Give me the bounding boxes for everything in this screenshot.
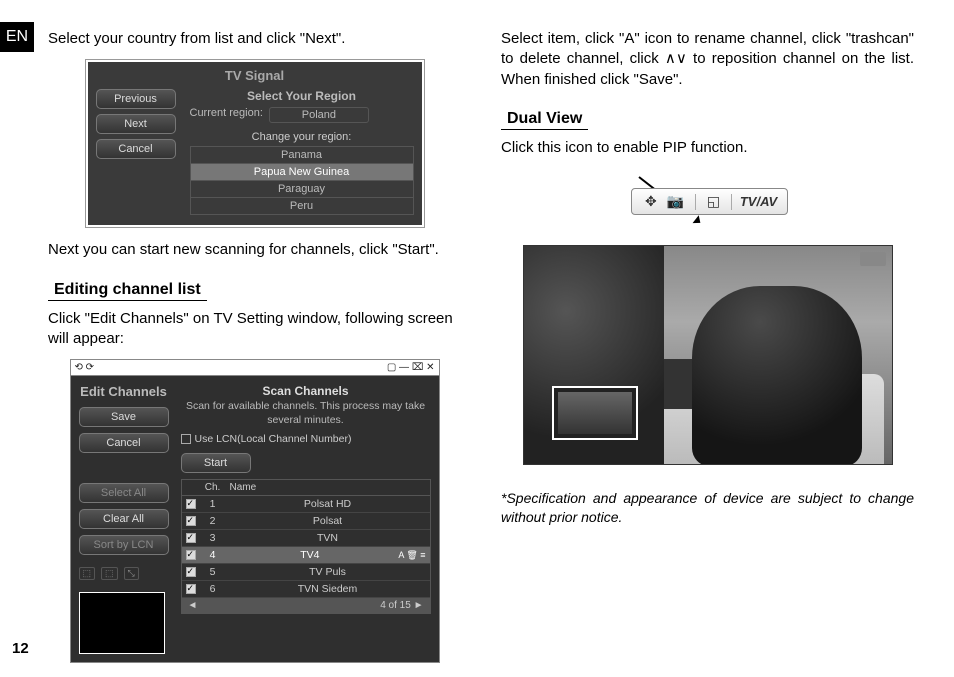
- tv-av-label[interactable]: TV/AV: [740, 194, 777, 209]
- list-item[interactable]: Papua New Guinea: [191, 164, 413, 181]
- table-row[interactable]: 2Polsat: [182, 513, 430, 530]
- control-icon[interactable]: ⬚: [79, 567, 96, 580]
- preview-thumbnail: [79, 592, 165, 654]
- figure-edit-channels: ⟲ ⟳ ▢ — ⌧ ✕ Edit Channels Save Cancel Se…: [48, 359, 461, 663]
- select-all-button[interactable]: Select All: [79, 483, 169, 503]
- checkbox-icon[interactable]: [181, 434, 191, 444]
- cancel-button[interactable]: Cancel: [96, 139, 176, 159]
- table-row[interactable]: 1Polsat HD: [182, 496, 430, 513]
- col-ch: Ch.: [204, 482, 222, 493]
- pip-window: [552, 386, 638, 440]
- separator: [695, 194, 696, 210]
- clear-all-button[interactable]: Clear All: [79, 509, 169, 529]
- footnote: *Specification and appearance of device …: [501, 489, 914, 527]
- pager-text: 4 of 15: [380, 600, 411, 611]
- cancel-button[interactable]: Cancel: [79, 433, 169, 453]
- heading-editing-channel: Editing channel list: [48, 281, 207, 301]
- window-nav-icons[interactable]: ⟲ ⟳: [75, 362, 95, 373]
- region-list[interactable]: Panama Papua New Guinea Paraguay Peru: [190, 146, 414, 215]
- table-row[interactable]: 3TVN: [182, 530, 430, 547]
- right-column: Select item, click "A" icon to rename ch…: [501, 25, 914, 657]
- tv-signal-window: TV Signal Previous Next Cancel Select Yo…: [85, 59, 425, 228]
- start-button[interactable]: Start: [181, 453, 251, 473]
- instruction-pip: Click this icon to enable PIP function.: [501, 138, 914, 158]
- instruction-edit-channels: Click "Edit Channels" on TV Setting wind…: [48, 309, 461, 350]
- instruction-start-scan: Next you can start new scanning for chan…: [48, 240, 461, 260]
- camera-icon[interactable]: 📷: [667, 193, 684, 210]
- lcn-checkbox-row[interactable]: Use LCN(Local Channel Number): [181, 433, 431, 445]
- list-item[interactable]: Paraguay: [191, 181, 413, 198]
- lcn-checkbox-label: Use LCN(Local Channel Number): [195, 433, 352, 445]
- list-item[interactable]: Panama: [191, 147, 413, 164]
- sort-lcn-button[interactable]: Sort by LCN: [79, 535, 169, 555]
- save-button[interactable]: Save: [79, 407, 169, 427]
- scan-channels-title: Scan Channels: [181, 384, 431, 398]
- left-column: Select your country from list and click …: [40, 25, 461, 657]
- next-button[interactable]: Next: [96, 114, 176, 134]
- channel-badge: [860, 252, 886, 266]
- channel-table: Ch. Name 1Polsat HD 2Polsat 3TVN 4TV4A 🗑…: [181, 479, 431, 614]
- table-row[interactable]: 4TV4A 🗑 ≡: [182, 547, 430, 564]
- pager-next-icon[interactable]: ►: [414, 600, 424, 611]
- previous-button[interactable]: Previous: [96, 89, 176, 109]
- instruction-select-country: Select your country from list and click …: [48, 29, 461, 49]
- checkbox-icon[interactable]: [186, 584, 196, 594]
- checkbox-icon[interactable]: [186, 499, 196, 509]
- checkbox-icon[interactable]: [186, 550, 196, 560]
- window-control-icons[interactable]: ▢ — ⌧ ✕: [387, 362, 435, 373]
- arrow-head-icon: [692, 215, 703, 227]
- control-icon[interactable]: ⤡: [124, 567, 139, 580]
- edit-channels-window: ⟲ ⟳ ▢ — ⌧ ✕ Edit Channels Save Cancel Se…: [70, 359, 440, 663]
- figure-pip-screenshot: [501, 245, 914, 465]
- row-action-icons[interactable]: A 🗑 ≡: [398, 550, 425, 561]
- change-region-label: Change your region:: [190, 131, 414, 143]
- checkbox-icon[interactable]: [186, 516, 196, 526]
- list-item[interactable]: Peru: [191, 198, 413, 214]
- pip-icon[interactable]: ◱: [707, 193, 720, 210]
- page-number: 12: [12, 640, 29, 657]
- instruction-channel-edit: Select item, click "A" icon to rename ch…: [501, 29, 914, 90]
- language-tab: EN: [0, 22, 34, 52]
- current-region-value: Poland: [269, 107, 369, 123]
- control-icon[interactable]: ⬚: [101, 567, 118, 580]
- move-icon[interactable]: ✥: [645, 193, 657, 210]
- pip-screenshot: [523, 245, 893, 465]
- figure-tv-signal: TV Signal Previous Next Cancel Select Yo…: [48, 59, 461, 228]
- checkbox-icon[interactable]: [186, 533, 196, 543]
- scan-channels-desc: Scan for available channels. This proces…: [181, 400, 431, 427]
- table-row[interactable]: 5TV Puls: [182, 564, 430, 581]
- checkbox-icon[interactable]: [186, 567, 196, 577]
- tv-signal-title: TV Signal: [96, 68, 414, 83]
- table-row[interactable]: 6TVN Siedem: [182, 581, 430, 598]
- separator: [731, 194, 732, 210]
- select-region-label: Select Your Region: [190, 89, 414, 103]
- col-name: Name: [230, 482, 257, 493]
- edit-channels-title: Edit Channels: [79, 384, 169, 399]
- current-region-label: Current region:: [190, 107, 263, 123]
- figure-toolbar: ✥ 📷 ◱ TV/AV: [501, 188, 914, 215]
- pip-toolbar: ✥ 📷 ◱ TV/AV: [631, 188, 788, 215]
- pager-prev-icon[interactable]: ◄: [188, 600, 198, 611]
- heading-dual-view: Dual View: [501, 110, 588, 130]
